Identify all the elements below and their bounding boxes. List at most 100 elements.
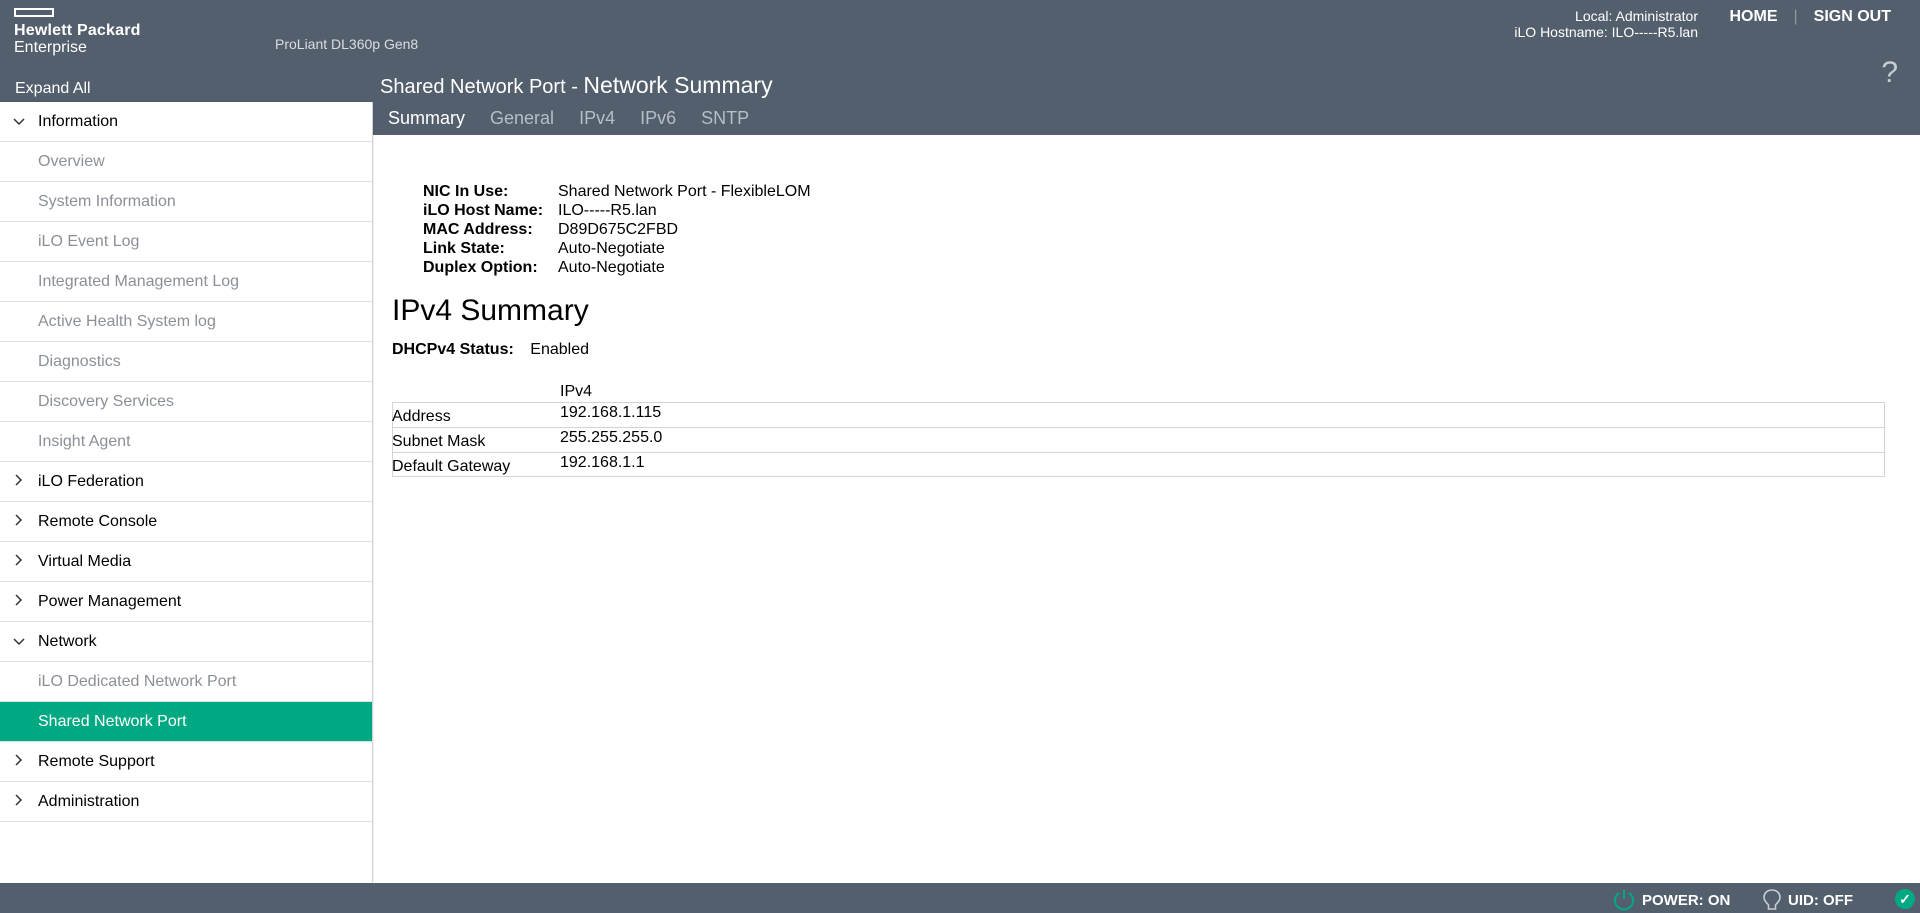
hpe-logo-bar: [14, 8, 54, 17]
tab-ipv4[interactable]: IPv4: [579, 108, 615, 129]
table-row-label: Address: [392, 408, 451, 425]
sidebar-item-ilo-dedicated-network-port[interactable]: iLO Dedicated Network Port: [0, 662, 372, 702]
main-content: NIC In Use: Shared Network Port - Flexibl…: [374, 135, 1920, 882]
ipv4-summary-title: IPv4 Summary: [392, 294, 589, 327]
nic-info-value: Auto-Negotiate: [558, 240, 665, 257]
help-icon[interactable]: ?: [1881, 56, 1898, 90]
nic-info-label: NIC In Use:: [423, 183, 509, 200]
table-row-label: Default Gateway: [392, 458, 511, 475]
nic-info-value: Auto-Negotiate: [558, 259, 665, 276]
table-row: Address 192.168.1.115: [392, 402, 1885, 427]
sidebar-item-power-management[interactable]: Power Management: [0, 582, 372, 622]
hpe-logo: Hewlett Packard Enterprise: [14, 8, 141, 56]
sidebar-item-label: Power Management: [38, 592, 182, 610]
sidebar-item-label: Insight Agent: [38, 432, 131, 450]
tab-summary[interactable]: Summary: [388, 108, 465, 129]
ipv4-table-header: IPv4: [392, 383, 1885, 402]
nav-separator: |: [1793, 8, 1798, 25]
table-row-value: 192.168.1.1: [560, 454, 645, 471]
sidebar-item-overview[interactable]: Overview: [0, 142, 372, 182]
sidebar-item-administration[interactable]: Administration: [0, 782, 372, 822]
nic-info: NIC In Use: Shared Network Port - Flexibl…: [423, 182, 811, 277]
status-footer: POWER: ON UID: OFF ✓: [0, 883, 1920, 913]
power-icon: [1614, 890, 1634, 911]
ipv4-column-header: IPv4: [560, 383, 593, 400]
nic-info-value: Shared Network Port - FlexibleLOM: [558, 183, 811, 200]
sidebar-item-label: Information: [38, 112, 119, 130]
sidebar-item-label: Diagnostics: [38, 352, 121, 370]
chevron-right-icon: [12, 754, 26, 769]
health-check-icon[interactable]: ✓: [1895, 889, 1915, 909]
dhcp-status-row: DHCPv4 Status: Enabled: [392, 341, 589, 359]
sidebar-item-discovery-services[interactable]: Discovery Services: [0, 382, 372, 422]
nic-info-row: Link State: Auto-Negotiate: [423, 239, 811, 258]
sidebar-item-label: Active Health System log: [38, 312, 216, 330]
dhcp-status-label: DHCPv4 Status:: [392, 341, 514, 358]
ipv4-table: IPv4 Address 192.168.1.115 Subnet Mask 255.…: [392, 383, 1885, 477]
expand-all-link[interactable]: Expand All: [15, 80, 91, 98]
sidebar-item-label: iLO Event Log: [38, 232, 140, 250]
power-status-label: POWER: ON: [1642, 891, 1731, 909]
sidebar-item-label: Remote Console: [38, 512, 158, 530]
sidebar-item-integrated-management-log[interactable]: Integrated Management Log: [0, 262, 372, 302]
page-title: Shared Network Port - Network Summary: [380, 72, 773, 99]
sidebar-item-diagnostics[interactable]: Diagnostics: [0, 342, 372, 382]
nic-info-value: D89D675C2FBD: [558, 221, 679, 238]
sidebar-item-label: Network: [38, 632, 97, 650]
sidebar-item-ilo-federation[interactable]: iLO Federation: [0, 462, 372, 502]
sidebar-item-label: System Information: [38, 192, 176, 210]
ipv4-table-body: Address 192.168.1.115 Subnet Mask 255.255.2…: [392, 402, 1885, 477]
user-info: Local: Administrator iLO Hostname: ILO--…: [1514, 8, 1698, 40]
nic-info-label: Link State:: [423, 240, 505, 257]
sidebar-item-information[interactable]: Information: [0, 102, 372, 142]
sidebar-item-label: iLO Federation: [38, 472, 144, 490]
sidebar-item-label: Integrated Management Log: [38, 272, 240, 290]
server-model: ProLiant DL360p Gen8: [275, 36, 419, 52]
sidebar-item-label: Discovery Services: [38, 392, 175, 410]
sidebar-item-remote-support[interactable]: Remote Support: [0, 742, 372, 782]
sidebar-item-active-health-system-log[interactable]: Active Health System log: [0, 302, 372, 342]
sidebar-item-insight-agent[interactable]: Insight Agent: [0, 422, 372, 462]
nic-info-label: iLO Host Name:: [423, 202, 544, 219]
page-title-main: Network Summary: [583, 72, 773, 98]
power-status[interactable]: POWER: ON: [1612, 888, 1730, 912]
nic-info-row: NIC In Use: Shared Network Port - Flexibl…: [423, 182, 811, 201]
top-nav: HOME | SIGN OUT: [1730, 8, 1892, 26]
uid-status-label: UID: OFF: [1788, 891, 1853, 909]
table-row-value: 192.168.1.115: [560, 404, 662, 421]
nic-info-row: Duplex Option: Auto-Negotiate: [423, 258, 811, 277]
chevron-down-icon: [12, 634, 26, 649]
nic-info-label: Duplex Option:: [423, 259, 538, 276]
sidebar-item-system-information[interactable]: System Information: [0, 182, 372, 222]
sidebar-item-label: Overview: [38, 152, 105, 170]
dhcp-status-value: Enabled: [530, 341, 589, 358]
sidebar-item-label: Virtual Media: [38, 552, 132, 570]
logo-text-line1: Hewlett Packard: [14, 22, 141, 39]
sidebar-item-virtual-media[interactable]: Virtual Media: [0, 542, 372, 582]
chevron-down-icon: [12, 114, 26, 129]
tab-general[interactable]: General: [490, 108, 554, 129]
chevron-right-icon: [12, 594, 26, 609]
sidebar-item-ilo-event-log[interactable]: iLO Event Log: [0, 222, 372, 262]
chevron-right-icon: [12, 514, 26, 529]
chevron-right-icon: [12, 474, 26, 489]
user-label: Local: Administrator: [1575, 8, 1698, 24]
sidebar-item-shared-network-port[interactable]: Shared Network Port: [0, 702, 372, 742]
uid-status[interactable]: UID: OFF: [1762, 888, 1853, 912]
uid-lightbulb-icon: [1763, 889, 1781, 910]
sidebar-item-remote-console[interactable]: Remote Console: [0, 502, 372, 542]
table-row: Default Gateway 192.168.1.1: [392, 452, 1885, 477]
nic-info-row: MAC Address: D89D675C2FBD: [423, 220, 811, 239]
table-row: Subnet Mask 255.255.255.0: [392, 427, 1885, 452]
home-link[interactable]: HOME: [1730, 8, 1778, 26]
logo-text-line2: Enterprise: [14, 39, 87, 56]
sign-out-link[interactable]: SIGN OUT: [1814, 8, 1891, 26]
tab-bar: Summary General IPv4 IPv6 SNTP: [388, 108, 774, 129]
chevron-right-icon: [12, 794, 26, 809]
table-row-value: 255.255.255.0: [560, 429, 663, 446]
tab-ipv6[interactable]: IPv6: [640, 108, 676, 129]
tab-sntp[interactable]: SNTP: [701, 108, 749, 129]
page-title-prefix: Shared Network Port -: [380, 76, 584, 98]
chevron-right-icon: [12, 554, 26, 569]
sidebar-item-network[interactable]: Network: [0, 622, 372, 662]
